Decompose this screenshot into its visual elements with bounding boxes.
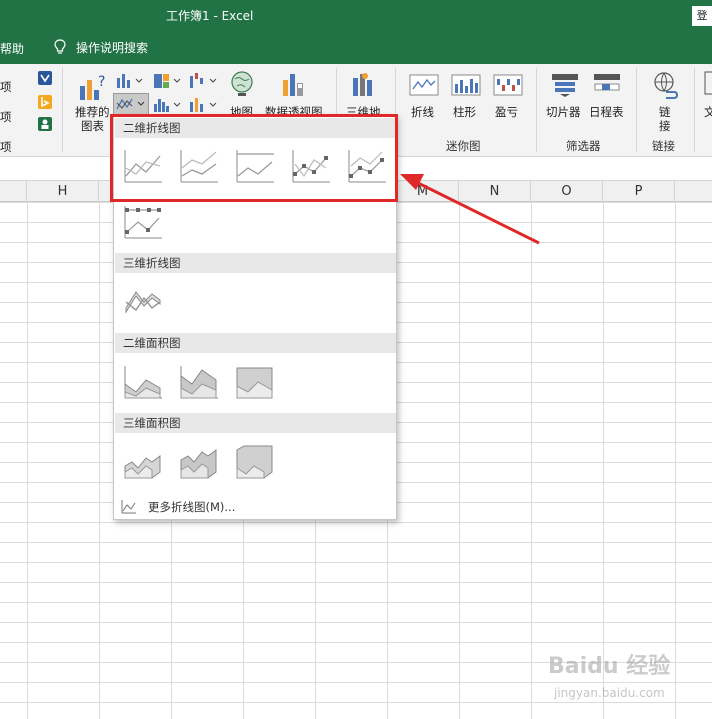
highlight-box — [110, 114, 398, 202]
percent-stacked-area-option[interactable] — [234, 362, 276, 402]
column-header-g[interactable] — [0, 181, 27, 202]
svg-text:?: ? — [98, 74, 105, 90]
baidu-watermark: Baidu 经验 jingyan.baidu.com — [548, 648, 698, 708]
3d-map-icon[interactable] — [350, 70, 380, 98]
percent-line-markers-option[interactable] — [122, 202, 164, 242]
watermark-brand: Baidu 经验 — [548, 654, 671, 679]
watermark-url: jingyan.baidu.com — [554, 686, 665, 700]
people-graph-icon[interactable] — [37, 116, 53, 132]
title-bar: 工作簿1 - Excel 登 — [0, 0, 712, 32]
filters-group-label: 筛选器 — [566, 139, 601, 153]
sparklines-group-label: 迷你图 — [446, 139, 481, 153]
3d-percent-area-option[interactable] — [234, 442, 276, 482]
tell-me-label: 操作说明搜索 — [76, 40, 149, 55]
ribbon-separator — [694, 68, 695, 152]
link-label-2[interactable]: 接 — [659, 119, 671, 133]
pivot-chart-icon[interactable] — [280, 70, 310, 98]
recommended-charts-icon[interactable]: ? — [78, 72, 108, 102]
tell-me-search[interactable]: 操作说明搜索 — [52, 38, 148, 56]
line-chart-button[interactable] — [113, 93, 149, 115]
statistic-chart-button[interactable] — [152, 94, 184, 114]
sparkline-winloss-label[interactable]: 盈亏 — [495, 105, 518, 119]
section-3d-line: 三维折线图 — [115, 253, 396, 273]
tab-help[interactable]: 帮助 — [0, 40, 24, 57]
hierarchy-chart-button[interactable] — [152, 70, 184, 90]
menu-bar: 帮助 操作说明搜索 — [0, 32, 712, 64]
window-title: 工作簿1 - Excel — [166, 9, 254, 23]
timeline-icon[interactable] — [592, 72, 622, 98]
area-chart-option[interactable] — [122, 362, 164, 402]
sparkline-line-icon[interactable] — [409, 74, 439, 96]
links-group-label: 链接 — [652, 139, 675, 153]
signin-button[interactable]: 登 — [692, 6, 712, 26]
addins-label-1[interactable]: 项 — [0, 80, 12, 94]
recommended-charts-label-2[interactable]: 图表 — [81, 119, 104, 133]
column-chart-button[interactable] — [114, 70, 146, 90]
bing-maps-icon[interactable] — [37, 94, 53, 110]
slicer-label[interactable]: 切片器 — [546, 105, 581, 119]
link-globe-icon[interactable] — [650, 70, 680, 100]
column-header-n[interactable]: N — [459, 181, 531, 202]
sparkline-winloss-icon[interactable] — [493, 74, 523, 96]
column-header-q[interactable] — [675, 181, 712, 202]
recommended-charts-label-1[interactable]: 推荐的 — [75, 105, 110, 119]
lightbulb-icon — [52, 38, 68, 56]
slicer-icon[interactable] — [550, 72, 580, 98]
section-3d-area: 三维面积图 — [115, 413, 396, 433]
ribbon-separator — [636, 68, 637, 152]
sparkline-line-label[interactable]: 折线 — [411, 105, 434, 119]
timeline-label[interactable]: 日程表 — [589, 105, 624, 119]
text-label-cut[interactable]: 文 — [704, 105, 712, 119]
stacked-area-option[interactable] — [178, 362, 220, 402]
waterfall-chart-button[interactable] — [188, 70, 220, 90]
text-box-icon[interactable] — [704, 70, 712, 96]
section-2d-area: 二维面积图 — [115, 333, 396, 353]
3d-line-option[interactable] — [122, 280, 164, 320]
sparkline-column-icon[interactable] — [451, 74, 481, 96]
ribbon-separator — [536, 68, 537, 152]
link-label-1[interactable]: 链 — [659, 105, 671, 119]
visio-icon[interactable] — [37, 70, 53, 86]
column-header-h[interactable]: H — [27, 181, 99, 202]
ribbon-separator — [62, 68, 63, 152]
excel-window: 工作簿1 - Excel 登 帮助 操作说明搜索 项 项 项 ? 推荐的 图表 … — [0, 0, 712, 719]
more-line-charts-link[interactable]: 更多折线图(M)... — [115, 496, 396, 518]
addins-group-label: 项 — [0, 140, 12, 154]
3d-area-option[interactable] — [122, 442, 164, 482]
3d-stacked-area-option[interactable] — [178, 442, 220, 482]
globe-map-icon[interactable] — [229, 70, 255, 98]
sparkline-column-label[interactable]: 柱形 — [453, 105, 476, 119]
combo-chart-button[interactable] — [188, 94, 220, 114]
column-header-p[interactable]: P — [603, 181, 675, 202]
chart-small-icon — [121, 499, 137, 515]
column-header-o[interactable]: O — [531, 181, 603, 202]
more-line-charts-label: 更多折线图(M)... — [148, 500, 236, 514]
addins-label-2[interactable]: 项 — [0, 110, 12, 124]
